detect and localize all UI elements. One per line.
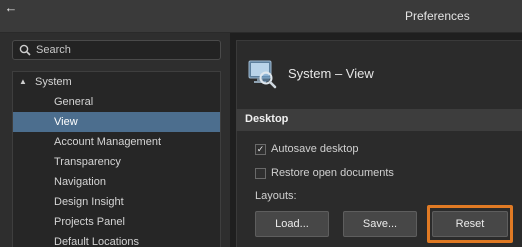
autosave-desktop-checkbox[interactable]: ✓ Autosave desktop (255, 142, 358, 156)
tree-item-navigation[interactable]: Navigation (13, 172, 220, 192)
section-title: Desktop (245, 113, 289, 125)
tree-item-transparency[interactable]: Transparency (13, 152, 220, 172)
save-button[interactable]: Save... (343, 211, 417, 237)
tree-item-label: Account Management (54, 136, 162, 148)
tree-item-view[interactable]: View (13, 112, 220, 132)
tree-item-design-insight[interactable]: Design Insight (13, 192, 220, 212)
tree-item-label: View (54, 116, 78, 128)
tree-item-account-management[interactable]: Account Management (13, 132, 220, 152)
tree-item-label: Transparency (54, 156, 121, 168)
restore-open-documents-checkbox[interactable]: Restore open documents (255, 166, 394, 180)
collapse-caret-icon[interactable]: ▲ (19, 72, 27, 92)
checkbox-unchecked-icon[interactable] (255, 167, 266, 179)
reset-highlight-box (427, 205, 513, 243)
checkbox-checked-icon[interactable]: ✓ (255, 143, 266, 155)
tree-item-default-locations[interactable]: Default Locations (13, 232, 220, 247)
tree-item-label: General (54, 96, 94, 108)
back-arrow-icon[interactable]: ← (3, 0, 19, 15)
tree-item-label: Projects Panel (54, 216, 125, 228)
tree-item-projects-panel[interactable]: Projects Panel (13, 212, 220, 232)
checkbox-label: Restore open documents (271, 167, 394, 179)
page-title: System – View (288, 66, 374, 81)
tree-item-general[interactable]: General (13, 92, 220, 112)
tree-item-label: Design Insight (54, 196, 124, 208)
tree-item-label: Navigation (54, 176, 106, 188)
checkbox-label: Autosave desktop (271, 143, 359, 155)
search-box[interactable] (12, 40, 221, 60)
search-input[interactable] (36, 44, 216, 56)
tree-item-system[interactable]: ▲ System (13, 72, 220, 92)
layouts-label: Layouts: (255, 190, 297, 202)
preferences-tree: ▲ System General View Account Management… (12, 71, 221, 247)
window-title: Preferences (405, 9, 470, 23)
system-view-icon (248, 60, 277, 89)
desktop-section-header: Desktop (236, 109, 522, 131)
title-bar: ← Preferences (0, 0, 522, 33)
load-button[interactable]: Load... (255, 211, 329, 237)
tree-item-label: System (35, 76, 72, 88)
search-icon (19, 44, 31, 56)
tree-item-label: Default Locations (54, 236, 139, 247)
